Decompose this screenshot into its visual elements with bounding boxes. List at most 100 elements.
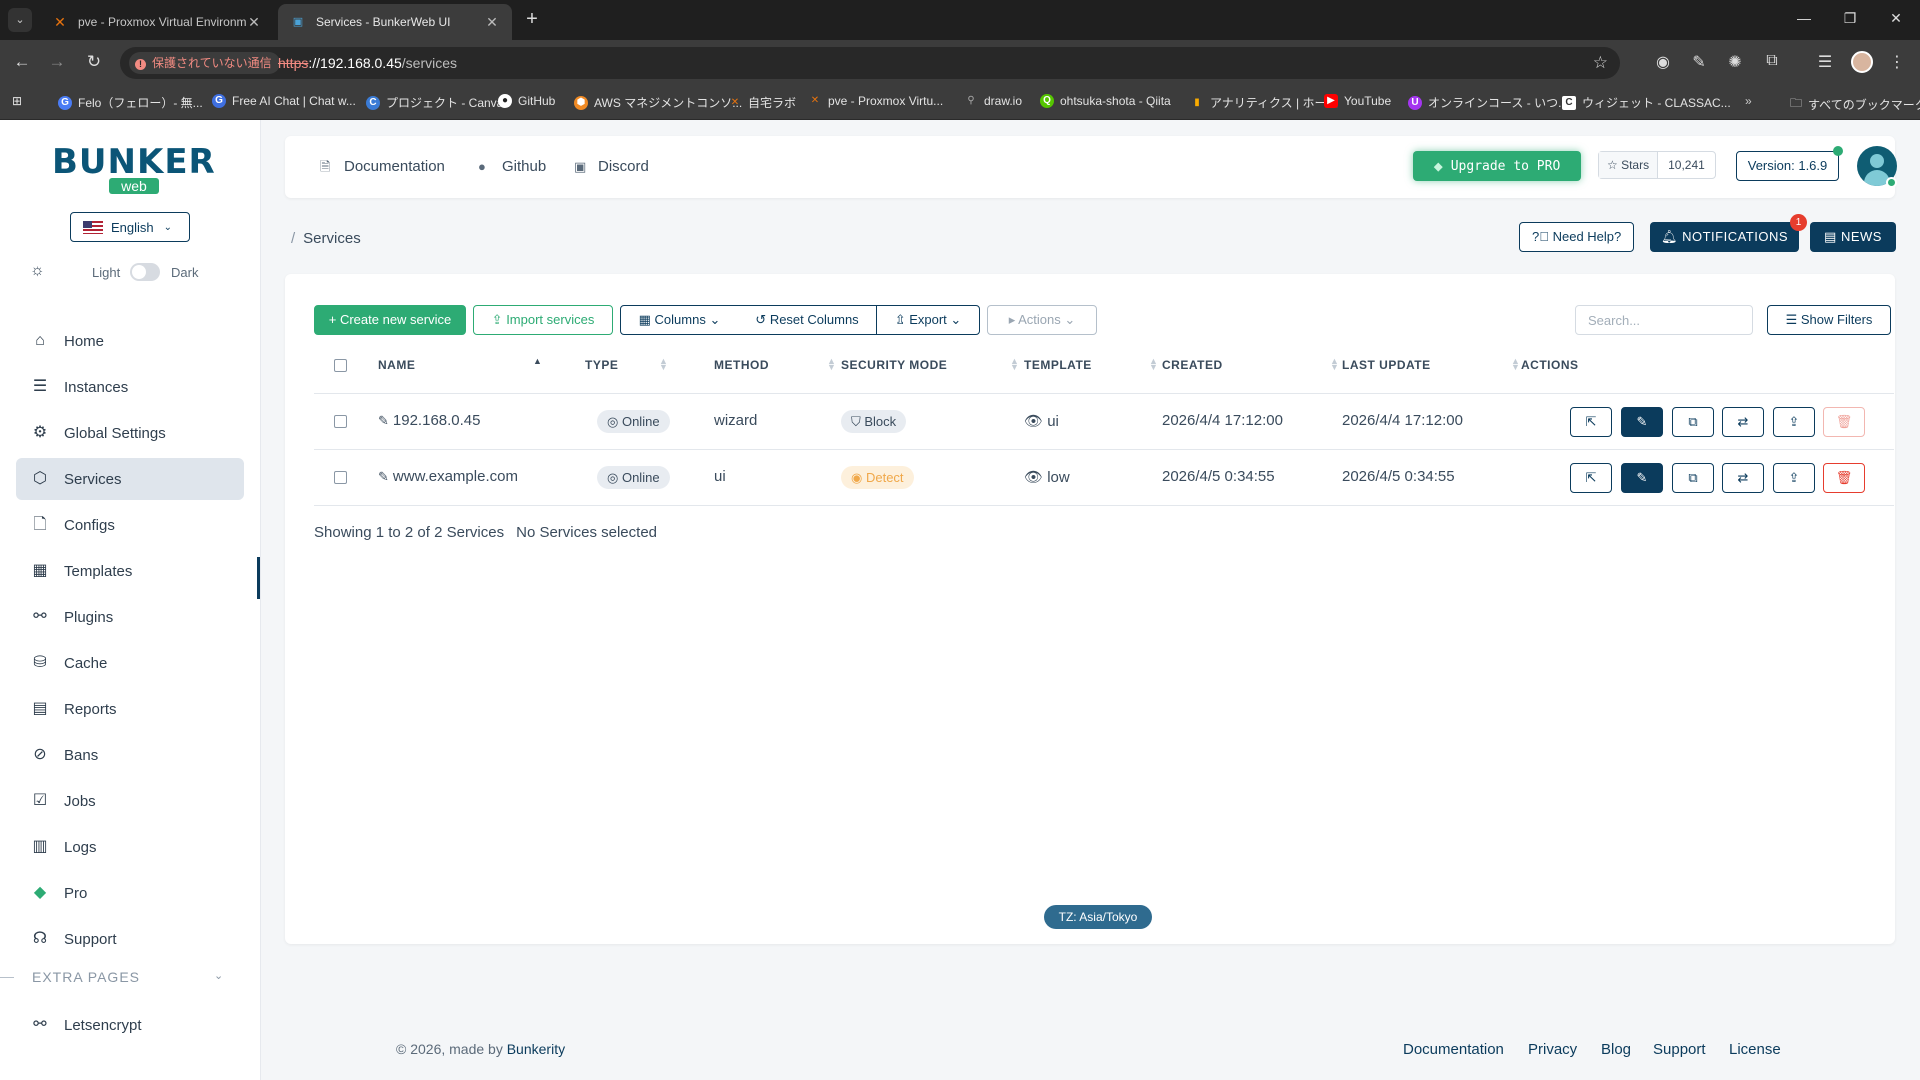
bookmark-item[interactable]: ▶ YouTube [1324, 94, 1391, 108]
sidebar-item-global-settings[interactable]: ⚙ Global Settings [16, 412, 246, 454]
open-external-icon[interactable]: ⇱ [1570, 463, 1612, 493]
bunkerity-link[interactable]: Bunkerity [507, 1041, 565, 1057]
footer-blog-link[interactable]: Blog [1601, 1041, 1631, 1058]
sidebar-item-logs[interactable]: ▥ Logs [16, 826, 246, 868]
tab-search-button[interactable]: ⌄ [8, 8, 32, 32]
bookmark-star-icon[interactable]: ☆ [1593, 53, 1608, 73]
theme-toggle[interactable] [130, 263, 160, 281]
browser-tab-proxmox[interactable]: ✕ pve - Proxmox Virtual Environm ✕ [40, 4, 274, 40]
reading-list-icon[interactable]: ☰ [1814, 52, 1836, 72]
upgrade-pro-button[interactable]: ◆ Upgrade to PRO [1413, 151, 1581, 181]
language-select[interactable]: English ⌄ [70, 212, 190, 242]
open-external-icon[interactable]: ⇱ [1570, 407, 1612, 437]
apps-grid-icon[interactable]: ⊞ [12, 94, 22, 108]
sort-icon[interactable]: ▲ ▼ [1149, 357, 1158, 372]
column-header-name[interactable]: NAME [378, 358, 415, 372]
bookmark-item[interactable]: ✕ 自宅ラボ [728, 94, 796, 111]
sidebar-item-letsencrypt[interactable]: ⚯ Letsencrypt [16, 1004, 244, 1046]
sort-icon[interactable]: ▲ ▼ [659, 357, 668, 372]
minimize-icon[interactable]: — [1794, 10, 1814, 26]
sidebar-item-templates[interactable]: ▦ Templates [16, 550, 246, 592]
reload-icon[interactable]: ↻ [83, 52, 105, 72]
bookmark-item[interactable]: ▮ アナリティクス | ホーム [1190, 94, 1338, 111]
column-header-template[interactable]: TEMPLATE [1024, 358, 1092, 372]
service-name-link[interactable]: ✎ 192.168.0.45 [378, 412, 481, 429]
sort-asc-icon[interactable]: ▲ [533, 357, 542, 366]
reset-columns-button[interactable]: ↺ Reset Columns [738, 305, 877, 335]
openai-icon[interactable]: ✺ [1724, 52, 1746, 72]
bookmark-item[interactable]: ● GitHub [498, 94, 555, 108]
forward-arrow-icon[interactable]: → [46, 52, 68, 72]
column-header-method[interactable]: METHOD [714, 358, 769, 372]
footer-license-link[interactable]: License [1729, 1041, 1781, 1058]
select-all-checkbox[interactable] [334, 359, 347, 372]
pen-icon[interactable]: ✎ [1688, 52, 1710, 72]
row-checkbox[interactable] [334, 471, 347, 484]
column-header-type[interactable]: TYPE [585, 358, 618, 372]
bookmark-item[interactable]: Qohtsuka-shota - Qiita [1040, 94, 1171, 108]
column-header-last-update[interactable]: LAST UPDATE [1342, 358, 1431, 372]
footer-documentation-link[interactable]: Documentation [1403, 1041, 1504, 1058]
camera-icon[interactable]: ◉ [1652, 52, 1674, 72]
new-tab-button[interactable]: + [522, 9, 542, 30]
sidebar-item-pro[interactable]: ◆ Pro [16, 872, 246, 914]
clone-icon[interactable]: ⧉ [1672, 463, 1714, 493]
news-button[interactable]: ▤ NEWS [1810, 222, 1896, 252]
sidebar-item-bans[interactable]: ⊘ Bans [16, 734, 246, 776]
browser-tab-bunkerweb[interactable]: ▣ Services - BunkerWeb UI ✕ [278, 4, 512, 40]
bookmark-item[interactable]: G Felo（フェロー）- 無... [58, 94, 203, 111]
github-link[interactable]: ● Github [478, 158, 546, 175]
actions-dropdown[interactable]: ▸ Actions ⌄ [987, 305, 1097, 335]
close-icon[interactable]: ✕ [246, 14, 262, 31]
discord-link[interactable]: ▣ Discord [574, 158, 649, 175]
sort-icon[interactable]: ▲ ▼ [1330, 357, 1339, 372]
trash-icon[interactable]: 🗑︎ [1823, 463, 1865, 493]
bookmark-item[interactable]: ⚲ draw.io [964, 94, 1022, 108]
edit-icon[interactable]: ✎ [1621, 407, 1663, 437]
sidebar-item-plugins[interactable]: ⚯ Plugins [16, 596, 246, 638]
sidebar-item-cache[interactable]: ⛁ Cache [16, 642, 246, 684]
service-name-link[interactable]: ✎ www.example.com [378, 468, 518, 485]
bookmark-item[interactable]: G Free AI Chat | Chat w... [212, 94, 356, 108]
window-close-icon[interactable]: ✕ [1886, 10, 1906, 27]
bunkerweb-logo[interactable]: BUNKER web [52, 142, 215, 202]
kebab-menu-icon[interactable]: ⋮ [1886, 52, 1908, 72]
need-help-button[interactable]: ?⃝ Need Help? [1519, 222, 1635, 252]
notifications-button[interactable]: 🔔︎ NOTIFICATIONS [1650, 222, 1799, 252]
close-icon[interactable]: ✕ [484, 14, 500, 31]
more-bookmarks-icon[interactable]: » [1745, 94, 1752, 108]
sort-icon[interactable]: ▲ ▼ [1511, 357, 1520, 372]
import-services-button[interactable]: ⇪ Import services [473, 305, 613, 335]
sort-icon[interactable]: ▲ ▼ [1010, 357, 1019, 372]
column-header-security-mode[interactable]: SECURITY MODE [841, 358, 947, 372]
bookmark-item[interactable]: C ウィジェット - CLASSAC... [1562, 94, 1731, 111]
export-icon[interactable]: ⇪ [1773, 407, 1815, 437]
export-icon[interactable]: ⇪ [1773, 463, 1815, 493]
documentation-link[interactable]: 🗎 Documentation [320, 158, 445, 180]
edit-icon[interactable]: ✎ [1621, 463, 1663, 493]
bookmark-item[interactable]: ⬢ AWS マネジメントコンソ... [574, 94, 742, 111]
sidebar-item-instances[interactable]: ☰ Instances [16, 366, 246, 408]
restore-icon[interactable]: ❐ [1840, 10, 1860, 27]
bookmark-item[interactable]: U オンラインコース - いつ... [1408, 94, 1568, 111]
sort-icon[interactable]: ▲ ▼ [827, 357, 836, 372]
sidebar-item-jobs[interactable]: ☑ Jobs [16, 780, 246, 822]
footer-support-link[interactable]: Support [1653, 1041, 1706, 1058]
sidebar-item-services[interactable]: ⬡ Services [16, 458, 244, 500]
convert-icon[interactable]: ⇄ [1722, 407, 1764, 437]
columns-button[interactable]: ▦ Columns ⌄ [620, 305, 739, 335]
bookmark-item[interactable]: C プロジェクト - Canva [366, 94, 503, 111]
column-header-created[interactable]: CREATED [1162, 358, 1223, 372]
sidebar-item-configs[interactable]: 🗋 Configs [16, 504, 246, 546]
clone-icon[interactable]: ⧉ [1672, 407, 1714, 437]
version-badge[interactable]: Version: 1.6.9 [1736, 151, 1839, 181]
bookmark-item[interactable]: ✕ pve - Proxmox Virtu... [808, 94, 943, 108]
security-chip[interactable]: ! 保護されていない通信 [129, 52, 280, 74]
sidebar-item-home[interactable]: ⌂ Home [16, 320, 246, 362]
extensions-icon[interactable]: ⧉ [1761, 52, 1783, 70]
sidebar-item-support[interactable]: ☊ Support [16, 918, 246, 960]
row-checkbox[interactable] [334, 415, 347, 428]
extra-pages-header[interactable]: EXTRA PAGES ⌄ [0, 966, 261, 990]
export-button[interactable]: ⇫ Export ⌄ [876, 305, 980, 335]
footer-privacy-link[interactable]: Privacy [1528, 1041, 1577, 1058]
